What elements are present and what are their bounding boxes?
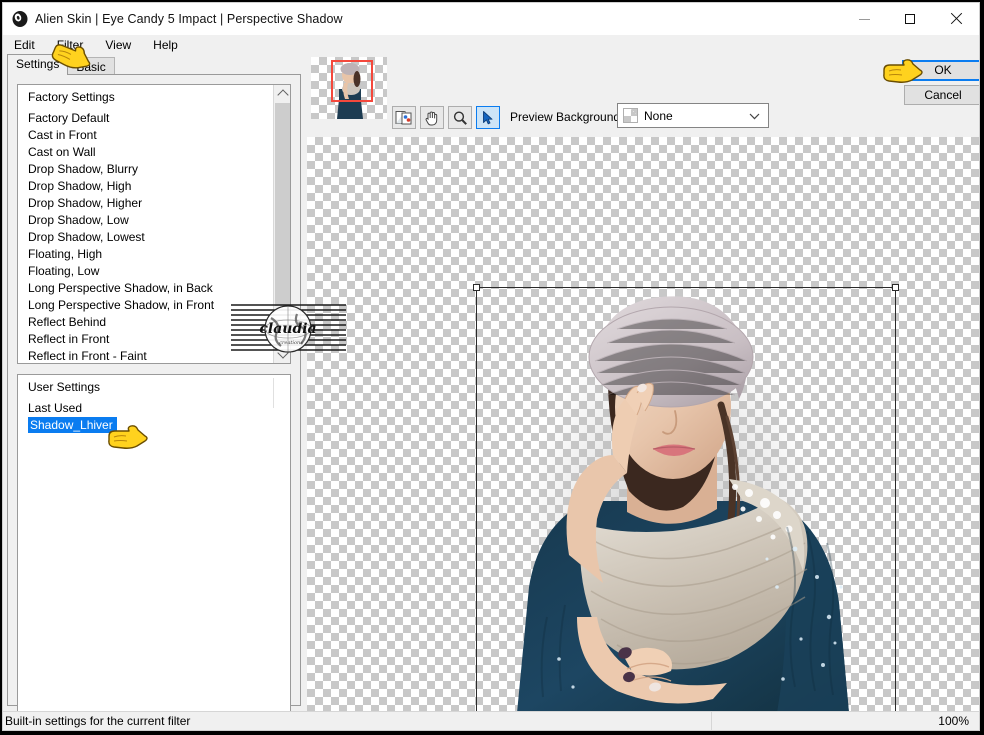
list-item[interactable]: Drop Shadow, Higher [26, 195, 274, 212]
list-item[interactable]: Drop Shadow, High [26, 178, 274, 195]
user-settings-list[interactable]: User Settings Last Used Shadow_Lhiver [17, 374, 291, 729]
user-settings-items: User Settings Last Used Shadow_Lhiver [18, 375, 290, 728]
application-window: Alien Skin | Eye Candy 5 Impact | Perspe… [2, 2, 980, 731]
scrollbar-thumb[interactable] [275, 103, 290, 306]
preview-toolbar: Preview Background: None [305, 55, 979, 137]
checkerboard-swatch [623, 108, 638, 123]
maximize-button[interactable] [887, 3, 933, 35]
status-bar: Built-in settings for the current filter… [3, 711, 979, 730]
selection-bounding-box[interactable] [473, 284, 899, 713]
list-item[interactable]: Drop Shadow, Low [26, 212, 274, 229]
ok-button[interactable]: OK [902, 60, 979, 81]
list-divider [273, 378, 274, 408]
window-controls [841, 3, 979, 35]
menu-item-view[interactable]: View [102, 37, 134, 53]
chevron-down-icon [276, 347, 289, 359]
navigator-viewport-rect[interactable] [331, 60, 373, 102]
close-button[interactable] [933, 3, 979, 35]
cancel-button[interactable]: Cancel [904, 85, 979, 105]
list-item[interactable]: Floating, High [26, 246, 274, 263]
scroll-up-button[interactable] [274, 85, 290, 102]
title-bar: Alien Skin | Eye Candy 5 Impact | Perspe… [3, 3, 979, 35]
list-item-selected[interactable]: Shadow_Lhiver [28, 417, 117, 433]
preview-background-label: Preview Background: [510, 110, 624, 124]
list-item[interactable]: Factory Default [26, 110, 274, 127]
hand-tool-icon[interactable] [420, 106, 444, 129]
list-item[interactable]: Cast in Front [26, 127, 274, 144]
chevron-down-icon[interactable] [749, 109, 760, 123]
list-item[interactable]: Last Used [26, 400, 290, 417]
status-zoom-cell: 100% [711, 712, 979, 730]
status-message: Built-in settings for the current filter [5, 714, 191, 728]
factory-settings-items: Factory Settings Factory Default Cast in… [18, 85, 274, 363]
tool-buttons [392, 106, 500, 129]
list-item[interactable]: Drop Shadow, Blurry [26, 161, 274, 178]
list-item[interactable]: Floating, Low [26, 263, 274, 280]
preview-panel: Preview Background: None [305, 55, 979, 713]
list-item[interactable]: Reflect Behind [26, 314, 274, 331]
menu-item-edit[interactable]: Edit [11, 37, 38, 53]
close-icon [950, 13, 962, 25]
minimize-button[interactable] [841, 3, 887, 35]
arrow-select-tool-icon[interactable] [476, 106, 500, 129]
zoom-tool-icon[interactable] [448, 106, 472, 129]
list-item[interactable]: Long Perspective Shadow, in Front [26, 297, 274, 314]
alien-skin-logo-icon [11, 10, 29, 28]
settings-panel: Settings Basic Factory Settings Factory … [3, 54, 305, 729]
preview-background-select[interactable]: None [617, 103, 769, 128]
menu-item-filter[interactable]: Filter [54, 37, 87, 53]
preview-canvas[interactable] [307, 137, 979, 713]
list-item[interactable]: Cast on Wall [26, 144, 274, 161]
list-item[interactable]: Drop Shadow, Lowest [26, 229, 274, 246]
list-item[interactable]: Reflect in Front [26, 331, 274, 348]
tab-settings[interactable]: Settings [7, 54, 69, 75]
window-title: Alien Skin | Eye Candy 5 Impact | Perspe… [35, 12, 343, 26]
list-item[interactable]: Long Perspective Shadow, in Back [26, 280, 274, 297]
chevron-up-icon [276, 89, 289, 101]
scroll-down-button[interactable] [274, 346, 290, 363]
selection-handle-top-left[interactable] [473, 284, 480, 291]
list-item[interactable]: Reflect in Front - Faint [26, 348, 274, 363]
preview-compare-icon[interactable] [392, 106, 416, 129]
menu-item-help[interactable]: Help [150, 37, 181, 53]
list-item[interactable]: User Settings [26, 379, 290, 396]
minimize-icon [858, 18, 870, 20]
factory-settings-list[interactable]: Factory Settings Factory Default Cast in… [17, 84, 291, 364]
zoom-level: 100% [938, 714, 969, 728]
menu-bar: Edit Filter View Help [3, 35, 979, 55]
tab-strip: Settings Basic [7, 54, 301, 76]
selection-handle-top-right[interactable] [892, 284, 899, 291]
list-item[interactable]: Factory Settings [26, 89, 274, 106]
tab-panel-settings: Factory Settings Factory Default Cast in… [7, 74, 301, 729]
navigator-thumbnail[interactable] [311, 57, 387, 119]
maximize-icon [905, 14, 915, 24]
preview-background-value: None [644, 108, 673, 123]
factory-list-scrollbar[interactable] [273, 85, 290, 363]
